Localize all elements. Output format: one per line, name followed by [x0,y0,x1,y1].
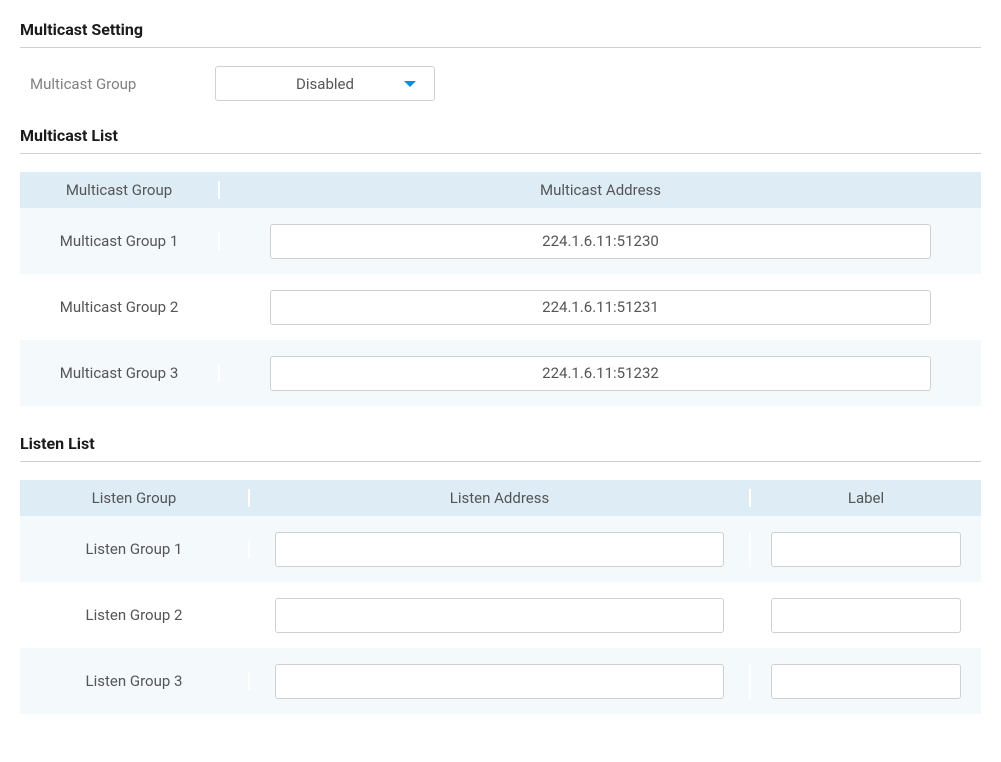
listen-list-header-address: Listen Address [250,489,751,507]
listen-label-input[interactable] [771,664,961,699]
multicast-group-name: Multicast Group 3 [20,364,220,382]
multicast-setting-title: Multicast Setting [20,20,981,48]
multicast-list-title: Multicast List [20,126,981,154]
listen-list-table: Listen Group Listen Address Label Listen… [20,480,981,714]
table-row: Multicast Group 2 [20,274,981,340]
table-row: Multicast Group 1 [20,208,981,274]
listen-group-name: Listen Group 3 [20,672,250,690]
listen-address-input[interactable] [275,664,724,699]
multicast-group-name: Multicast Group 2 [20,298,220,316]
multicast-list-header: Multicast Group Multicast Address [20,172,981,208]
multicast-list-header-address: Multicast Address [220,181,981,199]
chevron-down-icon [404,81,416,87]
listen-list-header: Listen Group Listen Address Label [20,480,981,516]
multicast-group-row: Multicast Group Disabled [20,66,981,101]
multicast-group-dropdown[interactable]: Disabled [215,66,435,101]
listen-address-input[interactable] [275,532,724,567]
multicast-group-name: Multicast Group 1 [20,232,220,250]
table-row: Listen Group 3 [20,648,981,714]
multicast-group-label: Multicast Group [30,75,215,93]
listen-address-input[interactable] [275,598,724,633]
multicast-list-header-group: Multicast Group [20,181,220,199]
multicast-address-input[interactable] [270,224,931,259]
listen-label-input[interactable] [771,532,961,567]
multicast-address-input[interactable] [270,356,931,391]
listen-label-input[interactable] [771,598,961,633]
listen-list-header-group: Listen Group [20,489,250,507]
multicast-address-input[interactable] [270,290,931,325]
listen-group-name: Listen Group 2 [20,606,250,624]
table-row: Multicast Group 3 [20,340,981,406]
listen-list-title: Listen List [20,434,981,462]
listen-group-name: Listen Group 1 [20,540,250,558]
table-row: Listen Group 1 [20,516,981,582]
multicast-group-dropdown-value: Disabled [296,75,354,93]
table-row: Listen Group 2 [20,582,981,648]
listen-list-header-label: Label [751,489,981,507]
multicast-list-table: Multicast Group Multicast Address Multic… [20,172,981,406]
